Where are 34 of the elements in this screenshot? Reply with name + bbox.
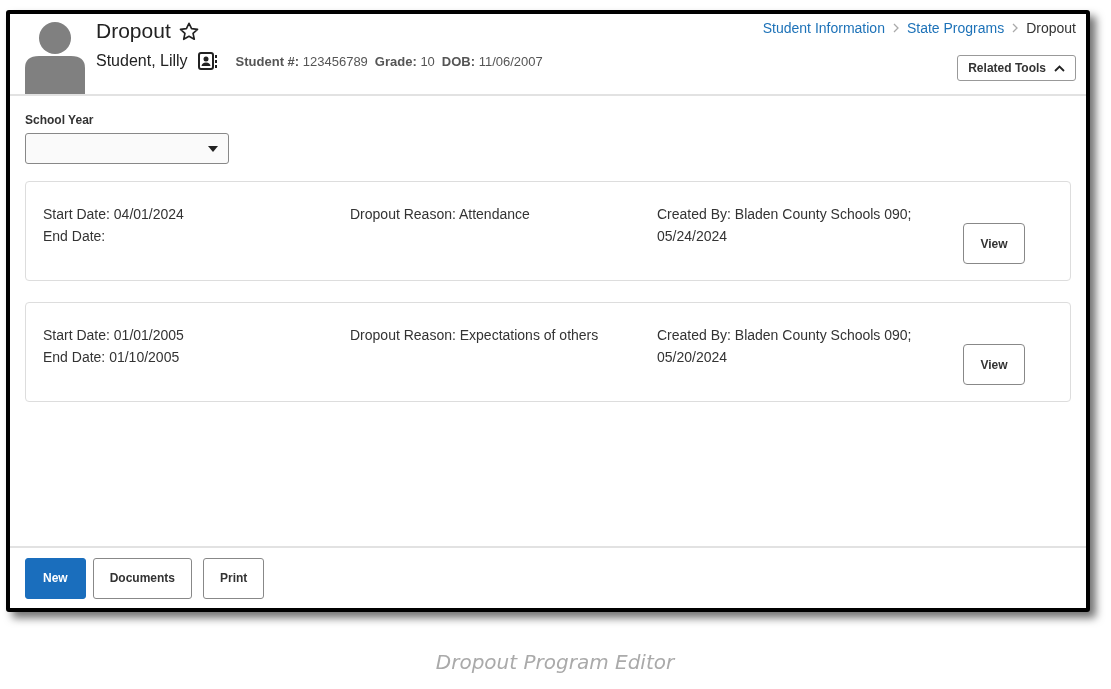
student-name: Student, Lilly xyxy=(96,52,188,70)
student-detail: DOB: 11/06/2007 xyxy=(441,53,543,69)
star-icon[interactable] xyxy=(178,21,199,41)
action-button[interactable]: Documents xyxy=(92,557,193,599)
page-title: Dropout xyxy=(96,18,171,44)
dropdown-arrow-icon xyxy=(208,145,218,152)
view-button[interactable]: View xyxy=(963,344,1025,385)
created-by: Created By: Bladen County Schools 090; xyxy=(657,206,912,223)
person-avatar-icon xyxy=(25,22,85,94)
caret-icon xyxy=(1054,64,1065,72)
breadcrumb-link[interactable]: State Programs xyxy=(906,20,1005,36)
figure-caption: Dropout Program Editor xyxy=(434,650,677,674)
start-date: Start Date: 04/01/2024 xyxy=(43,206,184,223)
created-date: 05/24/2024 xyxy=(657,228,728,245)
action-button[interactable]: Print xyxy=(203,557,265,599)
contact-card-icon[interactable] xyxy=(197,52,218,70)
chevron-right-icon xyxy=(1012,23,1019,33)
dropout-reason: Dropout Reason: Expectations of others xyxy=(350,327,599,344)
student-detail: Grade: 10 xyxy=(374,53,435,69)
dropout-reason: Dropout Reason: Attendance xyxy=(350,206,530,223)
related-tools-button[interactable]: Related Tools xyxy=(957,55,1076,81)
start-date: Start Date: 01/01/2005 xyxy=(43,327,184,344)
created-by: Created By: Bladen County Schools 090; xyxy=(657,327,912,344)
end-date: End Date: 01/10/2005 xyxy=(43,349,180,366)
end-date: End Date: xyxy=(43,228,106,245)
student-detail: Student #: 123456789 xyxy=(235,53,368,69)
breadcrumb-link[interactable]: Student Information xyxy=(762,20,885,36)
new-button[interactable]: New xyxy=(25,557,86,599)
field-label: School Year xyxy=(25,113,95,127)
view-button[interactable]: View xyxy=(963,223,1025,264)
created-date: 05/20/2024 xyxy=(657,349,728,366)
chevron-right-icon xyxy=(892,23,899,33)
breadcrumb-current: Dropout xyxy=(1026,20,1076,36)
school-year-dropdown[interactable] xyxy=(25,133,229,164)
